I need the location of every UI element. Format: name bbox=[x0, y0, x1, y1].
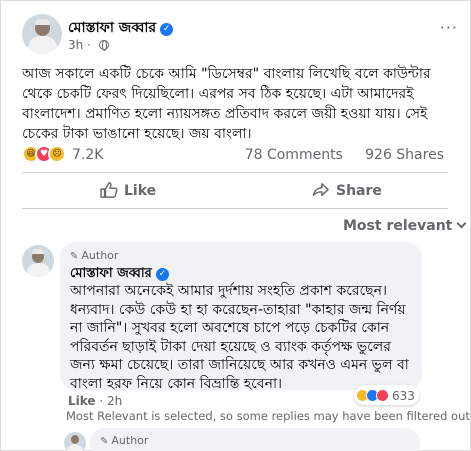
author-badge-label: Author bbox=[81, 249, 119, 262]
meta-separator: · bbox=[87, 38, 95, 52]
comment-actions: Like · 2h bbox=[68, 394, 122, 408]
comment-time[interactable]: 2h bbox=[107, 394, 122, 408]
reply-avatar[interactable] bbox=[64, 432, 86, 451]
post-header: মোস্তাফা জব্বার ✓ 3h · ··· bbox=[22, 14, 462, 58]
author-badge: ✎ Author bbox=[70, 249, 118, 262]
shares-count[interactable]: 926 Shares bbox=[365, 147, 444, 163]
comment-sort-dropdown[interactable]: Most relevant bbox=[343, 218, 467, 234]
share-button[interactable]: Share bbox=[312, 182, 382, 202]
comment-meta-separator: · bbox=[99, 394, 108, 408]
comment-reactions[interactable]: 633 bbox=[354, 385, 419, 405]
comment-reaction-count: 633 bbox=[392, 389, 415, 403]
comment-bubble: ✎ Author মোস্তাফা জব্বার ✓ আপনারা অনেকেই আ… bbox=[60, 242, 422, 392]
pencil-icon: ✎ bbox=[70, 251, 79, 262]
post-meta: 3h · bbox=[68, 38, 109, 52]
verified-badge-icon: ✓ bbox=[160, 23, 174, 36]
reply-badge-label: Author bbox=[111, 434, 149, 447]
chevron-down-icon bbox=[456, 218, 467, 229]
divider-bottom bbox=[22, 208, 448, 209]
filter-note: Most Relevant is selected, so some repli… bbox=[66, 409, 471, 423]
verified-badge-icon: ✓ bbox=[155, 268, 169, 281]
post-time[interactable]: 3h bbox=[68, 38, 83, 52]
reply-bubble: ✎ Author bbox=[90, 428, 420, 451]
comment-text: আপনারা অনেকেই আমার দুর্দশায় সংহতি প্রকা… bbox=[70, 283, 409, 392]
thumbs-up-icon bbox=[100, 182, 118, 198]
share-icon bbox=[312, 183, 329, 197]
post-author-name[interactable]: মোস্তাফা জব্বার ✓ bbox=[68, 16, 174, 40]
reaction-count[interactable]: 7.2K bbox=[72, 147, 103, 163]
sort-label: Most relevant bbox=[343, 218, 453, 234]
comment-like-button[interactable]: Like bbox=[68, 394, 96, 408]
globe-icon bbox=[98, 40, 109, 51]
post-text: আজ সকালে একটি চেকে আমি "ডিসেম্বর" বাংলায… bbox=[22, 66, 431, 142]
reply-author-badge: ✎ Author bbox=[100, 434, 148, 447]
count-spacer bbox=[347, 147, 360, 163]
love-icon bbox=[376, 389, 389, 402]
reaction-summary: 😆 ♥ ☹ 7.2K 78 Comments 926 Shares bbox=[22, 144, 448, 166]
pencil-icon: ✎ bbox=[100, 436, 109, 447]
commenter-avatar[interactable] bbox=[22, 245, 54, 277]
post-author-label[interactable]: মোস্তাফা জব্বার bbox=[68, 20, 156, 36]
author-avatar[interactable] bbox=[22, 14, 62, 54]
divider-top bbox=[22, 172, 448, 173]
like-button[interactable]: Like bbox=[100, 182, 156, 202]
like-label: Like bbox=[124, 183, 157, 199]
share-label: Share bbox=[336, 183, 382, 199]
more-options-button[interactable]: ··· bbox=[440, 18, 458, 37]
comment-author-label[interactable]: মোস্তাফা জব্বার bbox=[70, 266, 152, 281]
sad-icon[interactable]: ☹ bbox=[48, 145, 66, 163]
comment-share-counts: 78 Comments 926 Shares bbox=[245, 147, 444, 163]
comments-count[interactable]: 78 Comments bbox=[245, 147, 343, 163]
